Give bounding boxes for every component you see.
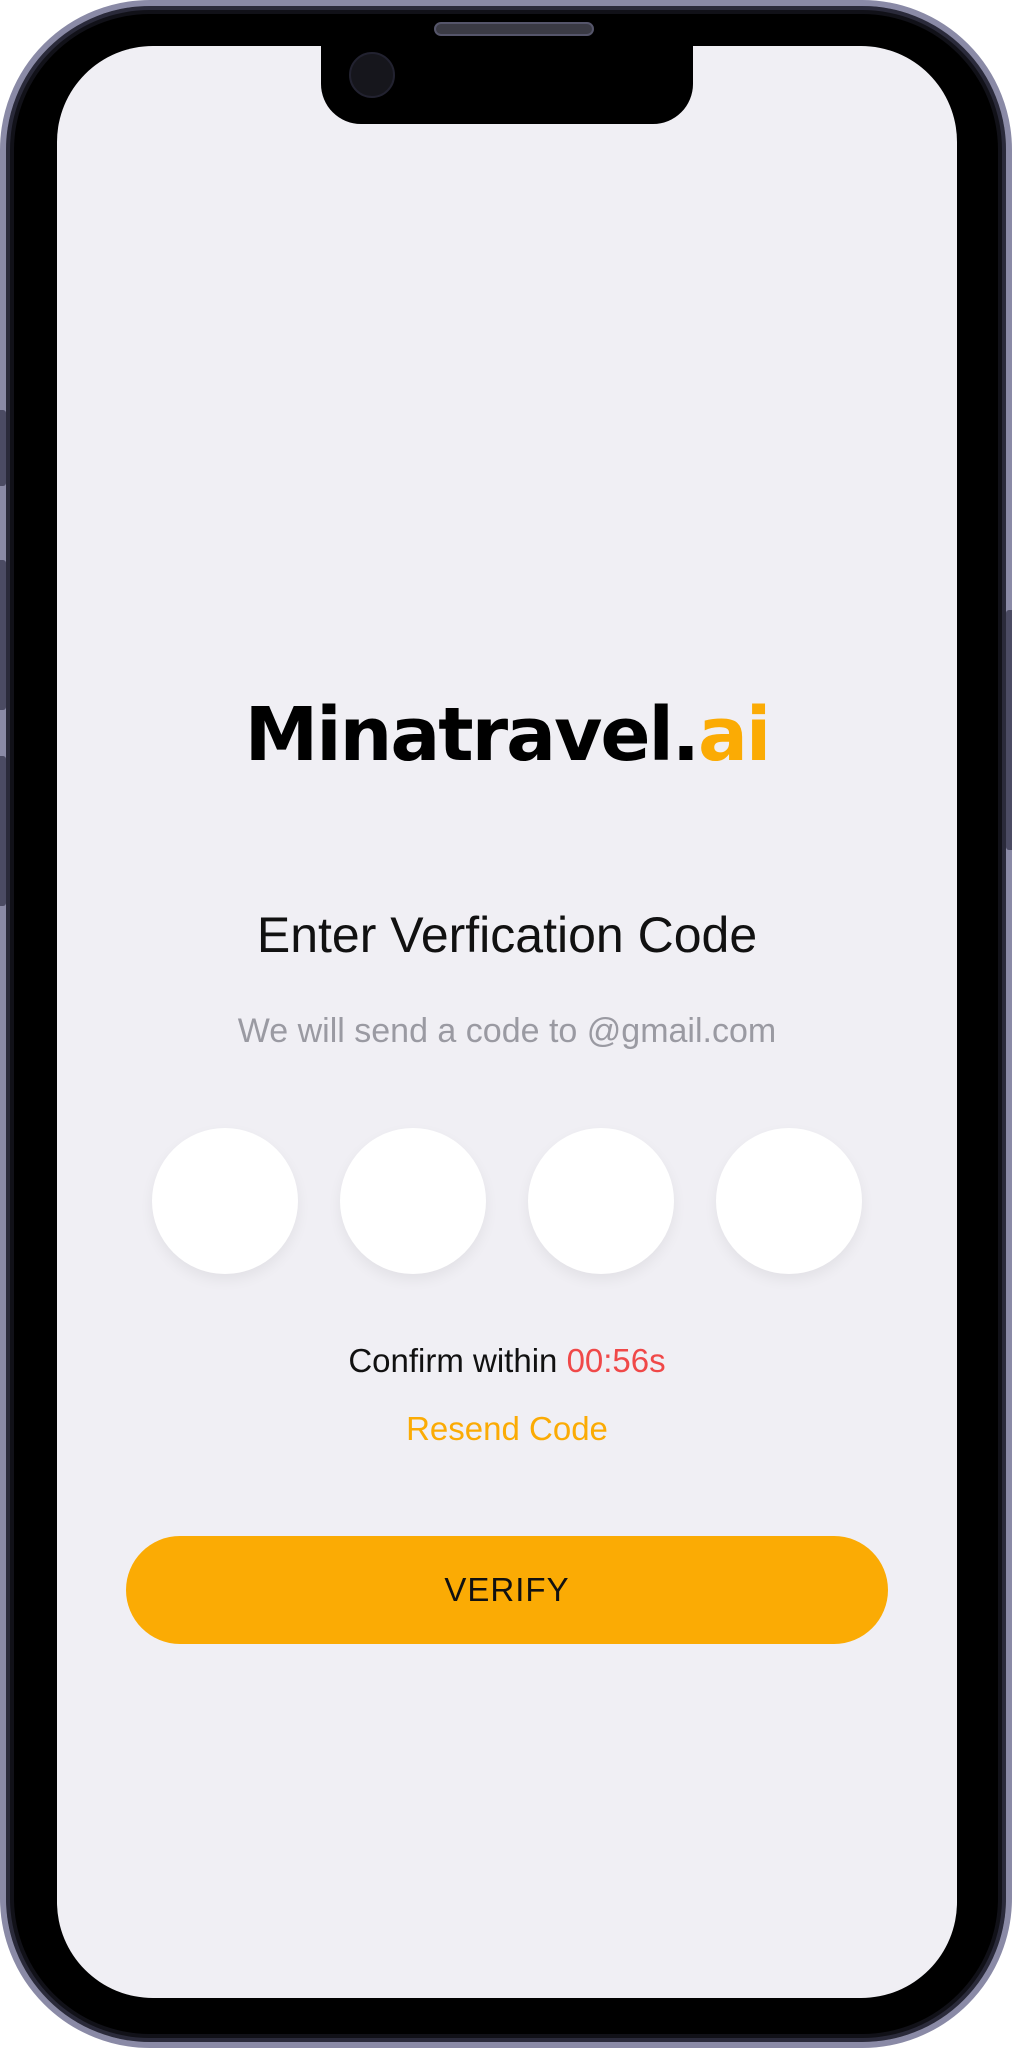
volume-down-button [0,756,6,906]
otp-digit-3-input[interactable] [528,1128,674,1274]
notch [321,46,693,124]
otp-input-row [152,1128,864,1276]
power-button [1006,610,1012,850]
brand-logo: Minatravel.ai [57,692,957,778]
confirm-prefix: Confirm within [348,1342,567,1379]
brand-logo-main: Minatravel. [244,692,700,778]
otp-digit-2-input[interactable] [340,1128,486,1274]
speaker-grille [434,22,594,36]
front-camera [349,52,395,98]
confirm-timer-text: Confirm within 00:56s [57,1342,957,1380]
verify-button[interactable]: VERIFY [126,1536,888,1644]
mute-switch [0,410,6,486]
page-subtitle: We will send a code to @gmail.com [237,1012,777,1050]
volume-up-button [0,560,6,710]
app-screen: Minatravel.ai Enter Verfication Code We … [57,46,957,1998]
page-title: Enter Verfication Code [256,907,758,963]
resend-code-link[interactable]: Resend Code [57,1410,957,1448]
countdown-timer: 00:56s [566,1342,666,1379]
brand-logo-accent: ai [698,692,771,778]
otp-digit-1-input[interactable] [152,1128,298,1274]
otp-digit-4-input[interactable] [716,1128,862,1274]
